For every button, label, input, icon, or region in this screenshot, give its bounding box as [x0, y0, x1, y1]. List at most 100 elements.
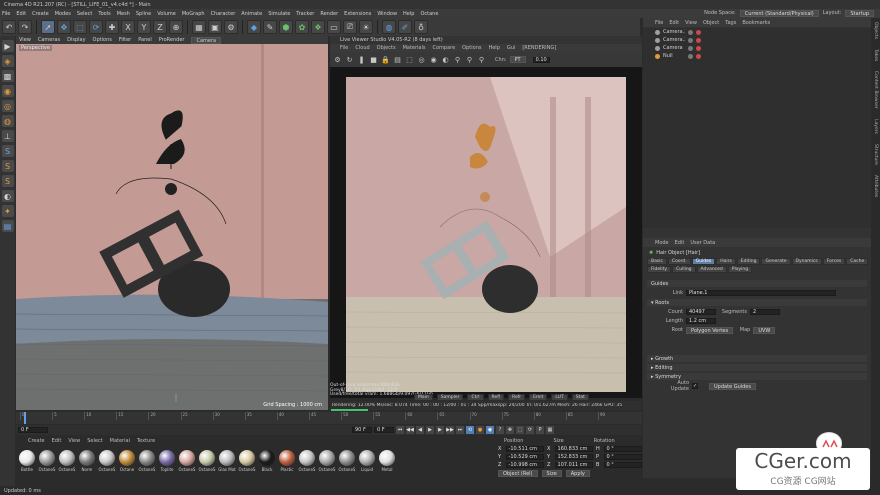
- pick-white-balance-icon[interactable]: ◐: [441, 55, 450, 64]
- recent-icon[interactable]: ✚: [105, 20, 119, 34]
- am-menu-edit[interactable]: Edit: [675, 240, 685, 246]
- record-icon[interactable]: ●: [476, 426, 484, 434]
- attr-tab-generate[interactable]: Generate: [761, 258, 791, 265]
- viewport-menu-view[interactable]: View: [19, 37, 31, 43]
- prev-frame-icon[interactable]: ◀: [416, 426, 424, 434]
- x-axis-button[interactable]: X: [121, 20, 135, 34]
- mat-menu-select[interactable]: Select: [87, 438, 102, 444]
- visibility-dot[interactable]: [688, 29, 693, 35]
- region-icon[interactable]: ⬚: [405, 55, 414, 64]
- roots-section-header[interactable]: ▾ Roots: [647, 299, 867, 306]
- autokey-icon[interactable]: ◉: [486, 426, 494, 434]
- count-input[interactable]: 40497: [686, 309, 716, 315]
- save-icon[interactable]: ▤: [393, 55, 402, 64]
- attr-tab-playing[interactable]: Playing: [727, 266, 753, 273]
- menu-edit[interactable]: Edit: [16, 11, 26, 17]
- auto-update-checkbox[interactable]: ✓: [692, 383, 698, 389]
- move-icon[interactable]: ✥: [57, 20, 71, 34]
- menu-extensions[interactable]: Extensions: [344, 11, 371, 17]
- rotation-field[interactable]: 0 °: [603, 462, 642, 468]
- loop-icon[interactable]: ⟲: [466, 426, 474, 434]
- length-input[interactable]: 1.2 cm: [686, 318, 716, 324]
- octane-icon[interactable]: ◍: [382, 20, 396, 34]
- pen-icon[interactable]: ✎: [263, 20, 277, 34]
- lock-icon[interactable]: 🔒: [381, 55, 390, 64]
- menu-spline[interactable]: Spline: [136, 11, 151, 17]
- send-scene-icon[interactable]: ⚙: [333, 55, 342, 64]
- mat-menu-material[interactable]: Material: [110, 438, 130, 444]
- z-axis-button[interactable]: Z: [153, 20, 167, 34]
- mat-menu-texture[interactable]: Texture: [137, 438, 155, 444]
- lv-menu-file[interactable]: File: [340, 45, 348, 51]
- end-frame-field[interactable]: 90 F: [352, 427, 372, 433]
- material-swatch[interactable]: Metal: [378, 450, 396, 472]
- render-settings-icon[interactable]: ⚙: [224, 20, 238, 34]
- material-swatch[interactable]: OctaneS: [298, 450, 316, 472]
- om-menu-tags[interactable]: Tags: [725, 20, 736, 26]
- object-row[interactable]: Camera: [643, 44, 871, 52]
- attr-tab-editing[interactable]: Editing: [736, 258, 761, 265]
- material-swatch[interactable]: OctaneS: [58, 450, 76, 472]
- material-swatch[interactable]: OctaneS: [38, 450, 56, 472]
- editor-viewport[interactable]: Perspective Grid Spacing : 1000 cm: [16, 44, 328, 410]
- om-menu-object[interactable]: Object: [703, 20, 719, 26]
- make-editable-icon[interactable]: ▶: [1, 40, 14, 52]
- attr-tab-dynamics[interactable]: Dynamics: [791, 258, 822, 265]
- lv-menu-objects[interactable]: Objects: [377, 45, 396, 51]
- material-swatch[interactable]: Octane: [118, 450, 136, 472]
- size-field[interactable]: 160.833 cm: [554, 446, 593, 452]
- keyframe-selection-icon[interactable]: ?: [496, 426, 504, 434]
- polygons-mode-icon[interactable]: ◍: [1, 115, 14, 127]
- symmetry-section-header[interactable]: ▸ Symmetry: [647, 373, 867, 380]
- lv-tab-lut[interactable]: LUT: [551, 394, 568, 401]
- apply-button[interactable]: Apply: [565, 470, 590, 477]
- viewport-menu-panel[interactable]: Panel: [138, 37, 152, 43]
- pla-key-icon[interactable]: ▦: [546, 426, 554, 434]
- position-field[interactable]: -10.529 cm: [505, 454, 544, 460]
- current-frame-field[interactable]: 0 F: [374, 427, 394, 433]
- size-field[interactable]: 152.833 cm: [554, 454, 593, 460]
- material-swatch[interactable]: Liquid: [358, 450, 376, 472]
- menu-mesh[interactable]: Mesh: [117, 11, 130, 17]
- material-swatch[interactable]: Norm: [78, 450, 96, 472]
- am-menu-user-data[interactable]: User Data: [690, 240, 715, 246]
- start-frame-field[interactable]: 0 F: [18, 427, 48, 433]
- attr-tab-forces[interactable]: Forces: [822, 258, 846, 265]
- tag-icon[interactable]: [696, 37, 701, 43]
- y-axis-button[interactable]: Y: [137, 20, 151, 34]
- attr-tab-basic[interactable]: Basic: [647, 258, 667, 265]
- timeline-ruler[interactable]: 051015202530354045505560657075808590: [20, 412, 630, 420]
- viewport-menu-prorender[interactable]: ProRender: [159, 37, 185, 43]
- pause-icon[interactable]: ❚: [357, 55, 366, 64]
- go-to-end-icon[interactable]: ⏭: [456, 426, 464, 434]
- coord-size-dropdown[interactable]: Size: [541, 470, 562, 477]
- menu-tracker[interactable]: Tracker: [296, 11, 314, 17]
- lv-menu-gui[interactable]: Gui: [507, 45, 515, 51]
- go-to-start-icon[interactable]: ⏮: [396, 426, 404, 434]
- lv-tab-refl[interactable]: Refl: [487, 394, 505, 401]
- lv-tab-main[interactable]: Main: [414, 394, 433, 401]
- workplane-icon[interactable]: S: [1, 160, 14, 172]
- bulb-icon[interactable]: ♁: [414, 20, 428, 34]
- material-swatch[interactable]: Plastic: [278, 450, 296, 472]
- am-menu-mode[interactable]: Mode: [655, 240, 669, 246]
- tag-icon[interactable]: [696, 53, 701, 59]
- lv-tab-refr[interactable]: Refr: [508, 394, 526, 401]
- viewport-menu-filter[interactable]: Filter: [119, 37, 131, 43]
- floor-icon[interactable]: ▭: [327, 20, 341, 34]
- render-picture-icon[interactable]: ▣: [208, 20, 222, 34]
- deformer-icon[interactable]: ❖: [311, 20, 325, 34]
- edges-mode-icon[interactable]: ◎: [1, 100, 14, 112]
- pin-2-icon[interactable]: ⚲: [465, 55, 474, 64]
- lv-tab-stat[interactable]: Stat: [571, 394, 589, 401]
- material-swatch[interactable]: OctaneS: [138, 450, 156, 472]
- prev-key-icon[interactable]: ◀◀: [406, 426, 414, 434]
- viewport-menu-options[interactable]: Options: [93, 37, 112, 43]
- undo-icon[interactable]: ↶: [2, 20, 16, 34]
- lv-tab-ctrl[interactable]: Ctrl: [467, 394, 484, 401]
- lv-menu-materials[interactable]: Materials: [403, 45, 426, 51]
- rotate-icon[interactable]: ⟳: [89, 20, 103, 34]
- layer-icon[interactable]: ▤: [1, 220, 14, 232]
- menu-render[interactable]: Render: [320, 11, 338, 17]
- solo-icon[interactable]: ◐: [1, 190, 14, 202]
